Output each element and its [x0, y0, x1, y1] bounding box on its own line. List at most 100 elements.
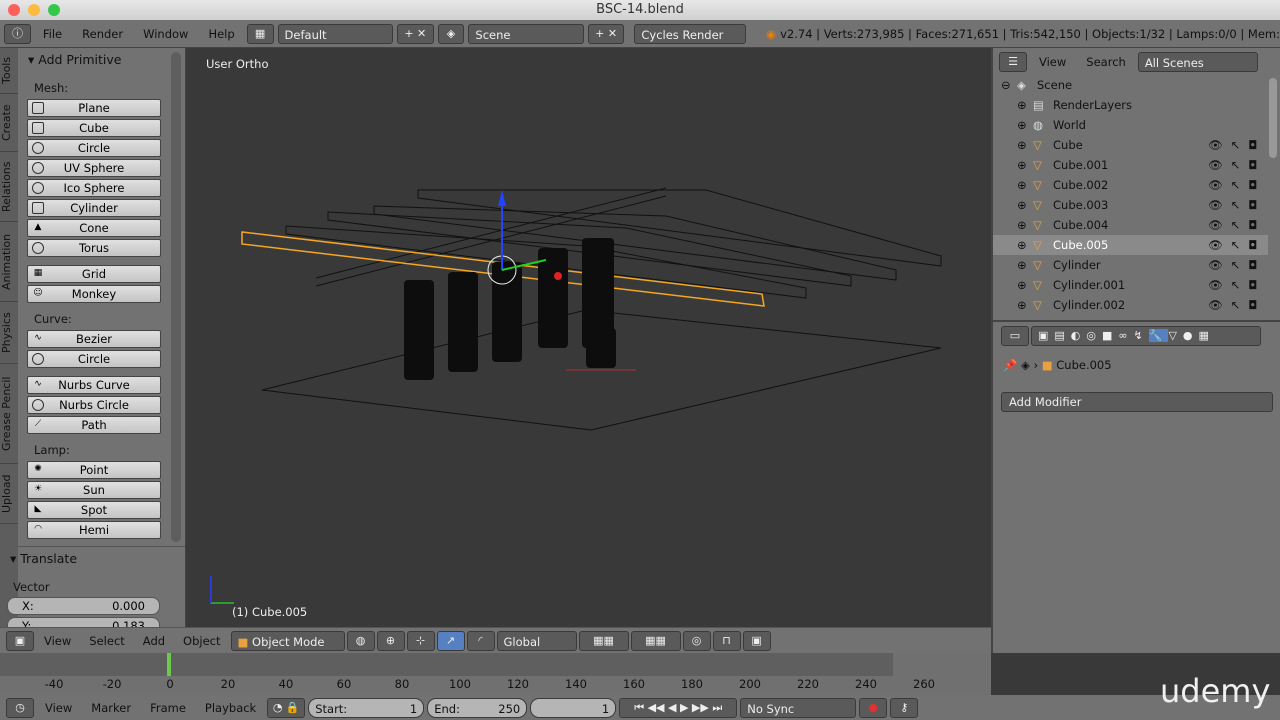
tab-create[interactable]: Create: [0, 94, 18, 152]
tl-menu-marker[interactable]: Marker: [83, 701, 139, 715]
outliner-item[interactable]: ⊕ ▤ RenderLayers: [993, 95, 1268, 115]
info-editor-icon[interactable]: ⓘ: [4, 23, 31, 44]
render-engine-select[interactable]: Cycles Render: [634, 23, 747, 44]
context-tabs-icons[interactable]: ▣▤◐◎■∞↯🔧▽●▦: [1031, 326, 1261, 346]
layout-grid-icon[interactable]: ▦: [246, 23, 274, 44]
scene-add-remove-icon[interactable]: + ✕: [587, 23, 625, 44]
translate-header[interactable]: ▾ Translate: [6, 551, 77, 566]
rotate-manipulator-icon[interactable]: ◜: [466, 630, 495, 651]
layout-add-remove-icon[interactable]: + ✕: [397, 23, 434, 44]
add-bezier-button[interactable]: ∿ Bezier: [27, 330, 161, 348]
layers-grid-a[interactable]: ▦▦: [578, 630, 629, 651]
add-circle-button[interactable]: Circle: [27, 139, 161, 157]
add-grid-button[interactable]: ▦ Grid: [27, 265, 161, 283]
outliner-item[interactable]: ⊕ ▽ Cylinder.001 👁↖◘: [993, 275, 1268, 295]
3d-viewport[interactable]: User Ortho (1) Cube.005: [186, 48, 991, 627]
outliner-menu-view[interactable]: View: [1031, 55, 1074, 69]
pivot-icon[interactable]: ⊕: [376, 630, 405, 651]
add-point-lamp-button[interactable]: ✺ Point: [27, 461, 161, 479]
expand-icon[interactable]: ⊕: [1017, 255, 1027, 275]
expand-icon[interactable]: ⊕: [1017, 115, 1027, 135]
menu-view[interactable]: View: [36, 634, 79, 648]
mode-select[interactable]: ■ Object Mode: [230, 630, 345, 651]
add-path-button[interactable]: ⟋ Path: [27, 416, 161, 434]
add-hemi-lamp-button[interactable]: ◠ Hemi: [27, 521, 161, 539]
viewport-shading-icon[interactable]: ◍: [346, 630, 375, 651]
expand-icon[interactable]: ⊕: [1017, 135, 1027, 155]
render-preview-icon[interactable]: ▣: [742, 630, 771, 651]
expand-icon[interactable]: ⊕: [1017, 275, 1027, 295]
outliner-item[interactable]: ⊕ ▽ Cube.005 👁↖◘: [993, 235, 1268, 255]
tab-grease-pencil[interactable]: Grease Pencil: [0, 364, 18, 464]
proportional-edit-icon[interactable]: ◎: [682, 630, 711, 651]
outliner-item[interactable]: ⊕ ▽ Cube.003 👁↖◘: [993, 195, 1268, 215]
visibility-select-render-icons[interactable]: 👁↖◘: [1208, 175, 1265, 195]
outliner-item[interactable]: ⊕ ▽ Cube.001 👁↖◘: [993, 155, 1268, 175]
outliner-menu-search[interactable]: Search: [1078, 55, 1134, 69]
outliner-item[interactable]: ⊕ ▽ Cube 👁↖◘: [993, 135, 1268, 155]
menu-select[interactable]: Select: [81, 634, 132, 648]
outliner-item[interactable]: ⊕ ◍ World: [993, 115, 1268, 135]
tool-scrollbar[interactable]: [171, 52, 181, 542]
add-spot-lamp-button[interactable]: ◣ Spot: [27, 501, 161, 519]
orientation-select[interactable]: Global: [496, 630, 577, 651]
expand-icon[interactable]: ⊕: [1017, 155, 1027, 175]
scene-select[interactable]: Scene: [468, 23, 584, 44]
end-frame-field[interactable]: End: 250: [427, 697, 528, 718]
expand-icon[interactable]: ⊖: [1001, 75, 1011, 95]
visibility-select-render-icons[interactable]: 👁↖◘: [1208, 195, 1265, 215]
tl-menu-frame[interactable]: Frame: [142, 701, 194, 715]
visibility-select-render-icons[interactable]: 👁↖◘: [1208, 235, 1265, 255]
tab-animation[interactable]: Animation: [0, 222, 18, 302]
expand-icon[interactable]: ⊕: [1017, 235, 1027, 255]
tab-tools[interactable]: Tools: [0, 48, 18, 94]
scene-icon[interactable]: ◈: [437, 23, 465, 44]
add-torus-button[interactable]: Torus: [27, 239, 161, 257]
visibility-select-render-icons[interactable]: 👁↖◘: [1208, 215, 1265, 235]
add-nurbs-curve-button[interactable]: ∿ Nurbs Curve: [27, 376, 161, 394]
add-uv-sphere-button[interactable]: UV Sphere: [27, 159, 161, 177]
outliner-item[interactable]: ⊕ ▽ Cylinder.002 👁↖◘: [993, 295, 1268, 315]
layout-select[interactable]: Default: [277, 23, 394, 44]
visibility-select-render-icons[interactable]: 👁↖◘: [1208, 255, 1265, 275]
minimize-button[interactable]: [28, 4, 40, 16]
tab-relations[interactable]: Relations: [0, 152, 18, 222]
current-frame-field[interactable]: 1: [530, 697, 617, 718]
menu-render[interactable]: Render: [74, 27, 131, 41]
timeline-type-icon[interactable]: ◷: [6, 697, 34, 718]
outliner-filter-select[interactable]: All Scenes: [1137, 51, 1258, 72]
outliner-item[interactable]: ⊕ ▽ Cube.002 👁↖◘: [993, 175, 1268, 195]
outliner-item[interactable]: ⊕ ▽ Cube.004 👁↖◘: [993, 215, 1268, 235]
visibility-select-render-icons[interactable]: 👁↖◘: [1208, 295, 1265, 315]
menu-file[interactable]: File: [35, 27, 70, 41]
visibility-select-render-icons[interactable]: 👁↖◘: [1208, 155, 1265, 175]
add-cylinder-button[interactable]: Cylinder: [27, 199, 161, 217]
outliner-item[interactable]: ⊕ ▽ Cylinder 👁↖◘: [993, 255, 1268, 275]
menu-object[interactable]: Object: [175, 634, 228, 648]
menu-window[interactable]: Window: [135, 27, 196, 41]
add-cube-button[interactable]: Cube: [27, 119, 161, 137]
outliner-scrollbar[interactable]: [1269, 78, 1277, 158]
add-nurbs-circle-button[interactable]: Nurbs Circle: [27, 396, 161, 414]
menu-help[interactable]: Help: [200, 27, 242, 41]
expand-icon[interactable]: ⊕: [1017, 215, 1027, 235]
outliner-item[interactable]: ⊖ ◈ Scene: [993, 75, 1268, 95]
tab-upload[interactable]: Upload: [0, 464, 18, 524]
add-primitive-header[interactable]: ▾ Add Primitive: [28, 52, 121, 67]
visibility-select-render-icons[interactable]: 👁↖◘: [1208, 275, 1265, 295]
expand-icon[interactable]: ⊕: [1017, 195, 1027, 215]
modifier-wrench-icon[interactable]: 🔧: [1148, 329, 1169, 342]
properties-type-icon[interactable]: ▭: [1001, 326, 1029, 346]
timeline[interactable]: -40 -20 0 20 40 60 80 100 120 140 160 180 200 220 240 2…: [0, 653, 991, 695]
expand-icon[interactable]: ⊕: [1017, 95, 1027, 115]
keyframe-icon[interactable]: ⚷: [890, 697, 919, 718]
add-modifier-dropdown[interactable]: Add Modifier: [1001, 392, 1273, 412]
add-ico-sphere-button[interactable]: Ico Sphere: [27, 179, 161, 197]
translate-manipulator-icon[interactable]: ↗: [436, 630, 465, 651]
menu-add[interactable]: Add: [135, 634, 173, 648]
add-plane-button[interactable]: Plane: [27, 99, 161, 117]
add-curve-circle-button[interactable]: Circle: [27, 350, 161, 368]
outliner-type-icon[interactable]: ☰: [999, 51, 1027, 72]
expand-icon[interactable]: ⊕: [1017, 175, 1027, 195]
zoom-button[interactable]: [48, 4, 60, 16]
